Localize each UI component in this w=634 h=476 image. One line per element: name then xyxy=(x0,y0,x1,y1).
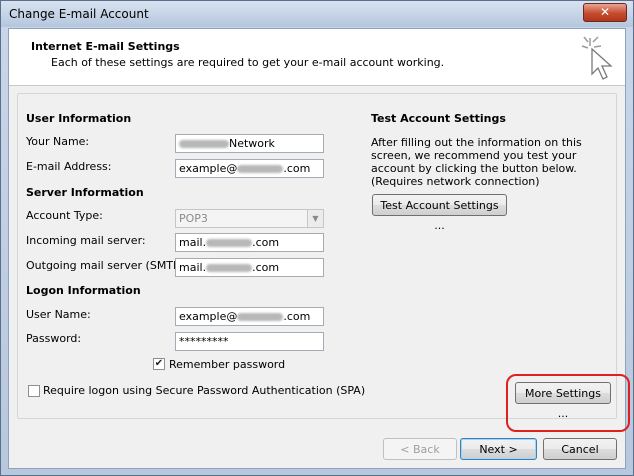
dialog-header: Internet E-mail Settings Each of these s… xyxy=(9,29,625,86)
back-button[interactable]: < Back xyxy=(383,438,457,460)
redacted-text xyxy=(237,165,284,173)
account-type-label: Account Type: xyxy=(26,209,103,222)
password-input[interactable]: ********* xyxy=(175,332,324,351)
header-title: Internet E-mail Settings xyxy=(31,40,180,53)
header-subtitle: Each of these settings are required to g… xyxy=(51,56,445,69)
dialog-client-area: Internet E-mail Settings Each of these s… xyxy=(8,28,630,469)
change-email-account-window: Change E-mail Account ✕ Internet E-mail … xyxy=(0,0,634,476)
user-name-input[interactable]: example@ .com xyxy=(175,307,324,326)
close-button[interactable]: ✕ xyxy=(583,3,627,22)
window-title: Change E-mail Account xyxy=(9,7,149,21)
title-bar[interactable]: Change E-mail Account ✕ xyxy=(1,1,633,27)
redacted-text xyxy=(206,239,253,247)
logon-information-heading: Logon Information xyxy=(26,284,141,297)
email-address-input[interactable]: example@ .com xyxy=(175,159,324,178)
remember-password-checkbox[interactable]: ✔ xyxy=(153,358,165,370)
your-name-input[interactable]: Network xyxy=(175,134,324,153)
chevron-down-icon[interactable]: ▼ xyxy=(307,210,323,227)
test-account-settings-button[interactable]: Test Account Settings ... xyxy=(372,194,507,232)
remember-password-label[interactable]: Remember password xyxy=(169,358,285,371)
outgoing-server-input[interactable]: mail. .com xyxy=(175,258,324,277)
redacted-text xyxy=(237,313,284,321)
redacted-text xyxy=(179,140,229,148)
redacted-text xyxy=(206,264,253,272)
outgoing-server-label: Outgoing mail server (SMTP): xyxy=(26,259,188,272)
email-address-label: E-mail Address: xyxy=(26,160,112,173)
your-name-label: Your Name: xyxy=(26,135,90,148)
incoming-server-label: Incoming mail server: xyxy=(26,234,146,247)
test-account-heading: Test Account Settings xyxy=(371,112,506,125)
server-information-heading: Server Information xyxy=(26,186,144,199)
user-name-label: User Name: xyxy=(26,308,91,321)
user-information-heading: User Information xyxy=(26,112,132,125)
cancel-button[interactable]: Cancel xyxy=(543,438,617,460)
password-label: Password: xyxy=(26,332,82,345)
spa-label[interactable]: Require logon using Secure Password Auth… xyxy=(43,384,365,397)
more-settings-button[interactable]: More Settings ... xyxy=(515,382,611,420)
cursor-sparkle-icon xyxy=(581,36,613,80)
account-type-select[interactable]: POP3 ▼ xyxy=(175,209,324,228)
incoming-server-input[interactable]: mail. .com xyxy=(175,233,324,252)
test-account-description: After filling out the information on thi… xyxy=(371,136,582,188)
next-button[interactable]: Next > xyxy=(460,438,537,460)
spa-checkbox[interactable] xyxy=(28,385,40,397)
